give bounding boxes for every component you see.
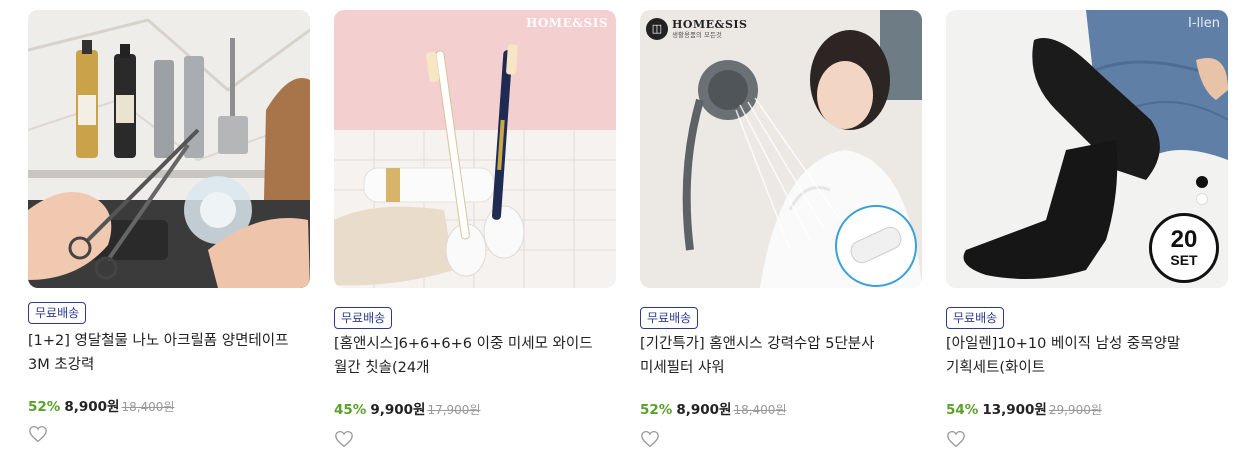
product-card[interactable]: ◫ HOME&SIS 생활용품의 모든것 무료배송 [기간특가] 홈앤시스 강력…: [640, 0, 922, 453]
sale-price: 8,900원: [64, 399, 120, 415]
discount-rate: 54%: [946, 402, 979, 418]
price-row: 52% 8,900원 18,400원: [28, 395, 174, 415]
sale-price: 8,900원: [676, 402, 732, 418]
product-card[interactable]: HOME&SIS 무료배송 [홈앤시스]6+6+6+6 이중 미세모 와이드 월…: [334, 0, 616, 453]
product-title[interactable]: [홈앤시스]6+6+6+6 이중 미세모 와이드 월간 칫솔(24개: [334, 332, 616, 380]
product-card[interactable]: I-llen 20 SET 무료배송 [아일렌]10+10 베이직 남성 중목양…: [946, 0, 1228, 453]
product-image-toothbrush[interactable]: HOME&SIS: [334, 10, 616, 288]
sale-price: 9,900원: [370, 402, 426, 418]
free-shipping-badge: 무료배송: [946, 307, 1005, 329]
product-title[interactable]: [기간특가] 홈앤시스 강력수압 5단분사 미세필터 샤워: [640, 332, 922, 380]
basket-icon: ◫: [646, 18, 668, 40]
original-price: 18,400원: [733, 403, 787, 417]
wishlist-heart-icon[interactable]: [640, 430, 660, 448]
product-image-shower[interactable]: ◫ HOME&SIS 생활용품의 모든것: [640, 10, 922, 288]
price-row: 45% 9,900원 17,900원: [334, 398, 480, 418]
original-price: 18,400원: [121, 400, 175, 414]
product-card[interactable]: 무료배송 [1+2] 영달철물 나노 아크릴폼 양면테이프 3M 초강력 52%…: [28, 0, 310, 453]
price-row: 52% 8,900원 18,400원: [640, 398, 786, 418]
product-title[interactable]: [아일렌]10+10 베이직 남성 중목양말 기획세트(화이트: [946, 332, 1228, 380]
free-shipping-badge: 무료배송: [28, 302, 87, 324]
color-swatch-white[interactable]: [1196, 193, 1208, 205]
price-row: 54% 13,900원 29,900원: [946, 398, 1102, 418]
wishlist-heart-icon[interactable]: [334, 430, 354, 448]
wishlist-heart-icon[interactable]: [946, 430, 966, 448]
original-price: 17,900원: [427, 403, 481, 417]
wishlist-heart-icon[interactable]: [28, 425, 48, 443]
brand-watermark: I-llen: [1188, 16, 1220, 31]
brand-watermark: HOME&SIS: [526, 16, 608, 30]
product-image-socks[interactable]: I-llen 20 SET: [946, 10, 1228, 288]
product-title[interactable]: [1+2] 영달철물 나노 아크릴폼 양면테이프 3M 초강력: [28, 329, 310, 377]
free-shipping-badge: 무료배송: [640, 307, 699, 329]
brand-logo: ◫ HOME&SIS 생활용품의 모든것: [646, 18, 748, 40]
sale-price: 13,900원: [982, 402, 1047, 418]
original-price: 29,900원: [1048, 403, 1102, 417]
discount-rate: 45%: [334, 402, 367, 418]
free-shipping-badge: 무료배송: [334, 307, 393, 329]
discount-rate: 52%: [28, 399, 61, 415]
set-count-badge: 20 SET: [1149, 213, 1219, 283]
color-swatch-black[interactable]: [1196, 176, 1208, 188]
product-image-tape[interactable]: [28, 10, 310, 288]
discount-rate: 52%: [640, 402, 673, 418]
